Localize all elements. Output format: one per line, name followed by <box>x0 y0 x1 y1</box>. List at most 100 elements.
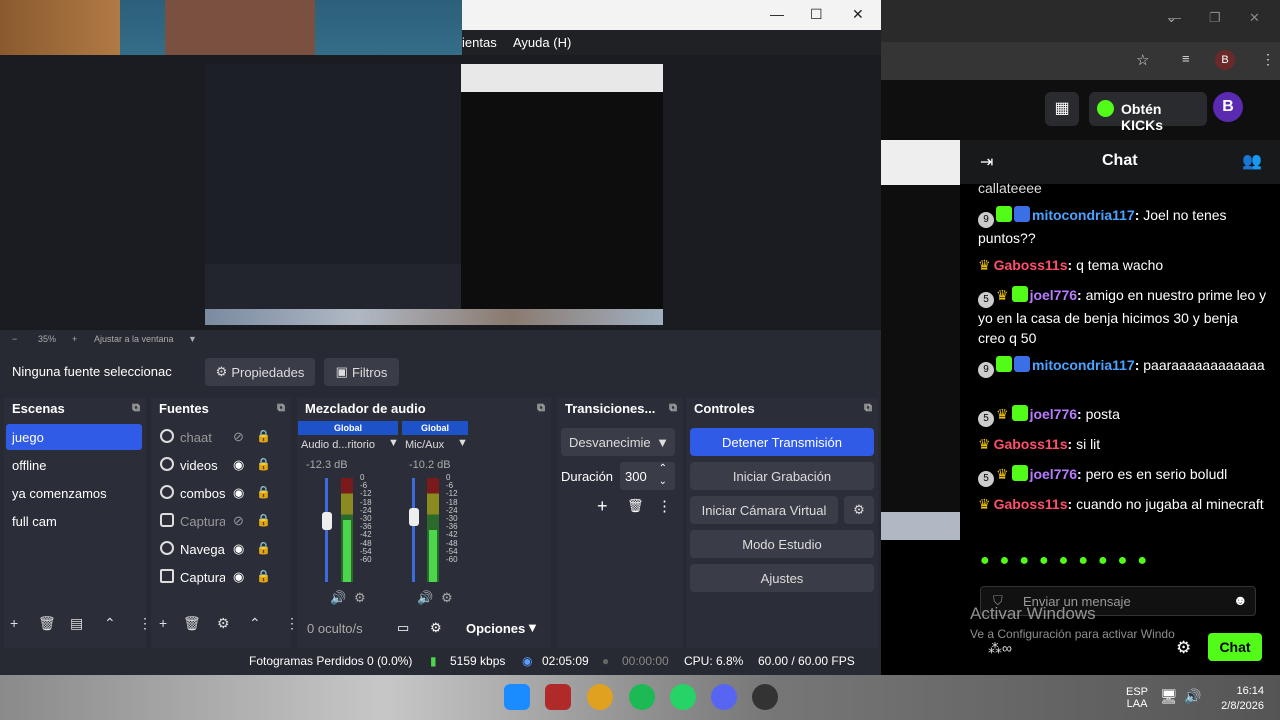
properties-button[interactable]: ⚙ Propiedades <box>205 358 315 386</box>
popout-icon[interactable]: ⧉ <box>537 402 545 415</box>
lock-icon[interactable]: 🔒 <box>256 569 271 583</box>
source-item[interactable]: Captura ◉ 🔒 <box>156 567 288 589</box>
restore-icon[interactable]: ❐ <box>1209 10 1221 26</box>
lock-icon[interactable]: 🔒 <box>256 429 271 443</box>
channel-settings-icon[interactable]: ⚙ <box>441 590 453 606</box>
minimize-icon[interactable]: — <box>1168 10 1181 25</box>
speaker-icon[interactable]: 🔊 <box>417 590 433 606</box>
settings-button[interactable]: Ajustes <box>690 564 874 592</box>
gear-icon[interactable]: ⚙ <box>844 496 874 524</box>
scene-item[interactable]: full cam <box>6 508 142 534</box>
options-button[interactable]: Opciones <box>466 621 525 636</box>
duration-input[interactable]: 300 ⌃ ⌄ <box>620 462 675 490</box>
menu-tools[interactable]: ientas <box>462 35 497 50</box>
users-icon[interactable]: 👥 <box>1242 151 1262 171</box>
add-icon[interactable]: + <box>597 496 608 517</box>
lock-icon[interactable]: 🔒 <box>256 513 271 527</box>
trash-icon[interactable]: 🗑 <box>38 615 56 632</box>
menu-help[interactable]: Ayuda (H) <box>513 35 571 50</box>
chevron-up-icon[interactable]: ⌃ <box>249 615 261 632</box>
system-clock[interactable]: 16:14 2/8/2026 <box>1218 684 1264 714</box>
zoom-in-button[interactable]: + <box>72 334 77 344</box>
scene-item[interactable]: juego <box>6 424 142 450</box>
source-item[interactable]: videos ◉ 🔒 <box>156 455 288 477</box>
trash-icon[interactable]: 🗑 <box>627 498 644 514</box>
lock-icon[interactable]: 🔒 <box>256 485 271 499</box>
virtual-camera-button[interactable]: Iniciar Cámara Virtual <box>690 496 838 524</box>
star-icon[interactable]: ☆ <box>1136 51 1149 69</box>
eye-icon[interactable]: ◉ <box>233 457 244 473</box>
emote-bar[interactable]: ●●●●●●●●● <box>980 552 1260 574</box>
volume-slider-handle[interactable] <box>322 512 332 530</box>
studio-mode-button[interactable]: Modo Estudio <box>690 530 874 558</box>
speaker-icon[interactable]: 🔊 <box>330 590 346 606</box>
stop-stream-button[interactable]: Detener Transmisión <box>690 428 874 456</box>
chevron-up-icon[interactable]: ⌃ <box>104 615 116 632</box>
close-icon[interactable]: ✕ <box>852 6 864 23</box>
eye-hidden-icon[interactable]: ⊘ <box>233 513 244 529</box>
zoom-fit-select[interactable]: Ajustar a la ventana <box>94 334 174 344</box>
chevron-down-icon[interactable]: ▼ <box>526 620 539 635</box>
volume-slider-track[interactable] <box>412 478 415 582</box>
volume-slider-track[interactable] <box>325 478 328 582</box>
language-indicator[interactable]: ESP LAA <box>1126 686 1148 710</box>
layout-icon[interactable]: ▭ <box>397 620 409 636</box>
source-item[interactable]: combos ◉ 🔒 <box>156 483 288 505</box>
spotify-icon[interactable] <box>629 684 655 710</box>
chevron-down-icon[interactable]: ▼ <box>457 437 468 449</box>
send-chat-button[interactable]: Chat <box>1208 633 1262 661</box>
get-kicks-button[interactable]: Obtén KICKs <box>1089 92 1207 133</box>
media-icon[interactable]: ≡ <box>1182 51 1190 66</box>
filter-icon[interactable]: ▤ <box>70 615 83 632</box>
gear-icon[interactable]: ⚙ <box>430 620 442 636</box>
network-icon[interactable]: 🖥 <box>1160 688 1178 705</box>
zoom-out-button[interactable]: − <box>12 334 17 344</box>
lock-icon[interactable]: 🔒 <box>256 541 271 555</box>
chevron-down-icon[interactable]: ▼ <box>188 334 197 344</box>
scene-item[interactable]: offline <box>6 452 142 478</box>
chrome-icon[interactable] <box>587 684 613 710</box>
voicemeeter-icon[interactable] <box>545 684 571 710</box>
gear-icon[interactable]: ⚙ <box>1176 638 1191 658</box>
avatar[interactable]: B <box>1215 50 1235 70</box>
start-record-button[interactable]: Iniciar Grabación <box>690 462 874 490</box>
maximize-icon[interactable]: ☐ <box>810 6 823 23</box>
eye-icon[interactable]: ◉ <box>233 485 244 501</box>
source-item[interactable]: Captura ⊘ 🔒 <box>156 511 288 533</box>
eye-hidden-icon[interactable]: ⊘ <box>233 429 244 445</box>
add-icon[interactable]: + <box>10 615 18 631</box>
chevron-down-icon[interactable]: ▼ <box>388 437 399 449</box>
popout-icon[interactable]: ⧉ <box>864 402 872 415</box>
channel-settings-icon[interactable]: ⚙ <box>354 590 366 606</box>
trash-icon[interactable]: 🗑 <box>183 615 201 632</box>
close-icon[interactable]: ✕ <box>1249 10 1260 26</box>
source-item[interactable]: chaat ⊘ 🔒 <box>156 427 288 449</box>
preview-area[interactable] <box>0 55 881 330</box>
discord-icon[interactable] <box>711 684 737 710</box>
points-icon[interactable]: ⁂∞ <box>988 640 1012 657</box>
filters-button[interactable]: ▣ Filtros <box>324 358 399 386</box>
obs-icon[interactable] <box>752 684 778 710</box>
eye-icon[interactable]: ◉ <box>233 541 244 557</box>
collapse-chat-icon[interactable]: ⇥ <box>980 152 993 172</box>
scene-item[interactable]: ya comenzamos <box>6 480 142 506</box>
gear-icon[interactable]: ⚙ <box>217 615 230 632</box>
popout-icon[interactable]: ⧉ <box>277 402 285 415</box>
windows-start-icon[interactable] <box>504 684 530 710</box>
lock-icon[interactable]: 🔒 <box>256 457 271 471</box>
whatsapp-icon[interactable] <box>670 684 696 710</box>
minimize-icon[interactable]: — <box>770 6 784 22</box>
layout-icon[interactable]: ▦ <box>1045 92 1079 126</box>
more-icon[interactable]: ⋮ <box>138 615 152 632</box>
more-icon[interactable]: ⋮ <box>657 497 672 515</box>
add-icon[interactable]: + <box>159 615 167 631</box>
volume-icon[interactable]: 🔊 <box>1184 688 1201 705</box>
volume-slider-handle[interactable] <box>409 508 419 526</box>
user-avatar[interactable]: B <box>1213 92 1243 122</box>
transition-select[interactable]: Desvanecimie ▼ <box>561 428 675 456</box>
eye-icon[interactable]: ◉ <box>233 569 244 585</box>
source-item[interactable]: Navega ◉ 🔒 <box>156 539 288 561</box>
more-icon[interactable]: ⋮ <box>1261 51 1275 68</box>
popout-icon[interactable]: ⧉ <box>132 402 140 415</box>
emoji-icon[interactable]: ☻ <box>1233 592 1248 608</box>
